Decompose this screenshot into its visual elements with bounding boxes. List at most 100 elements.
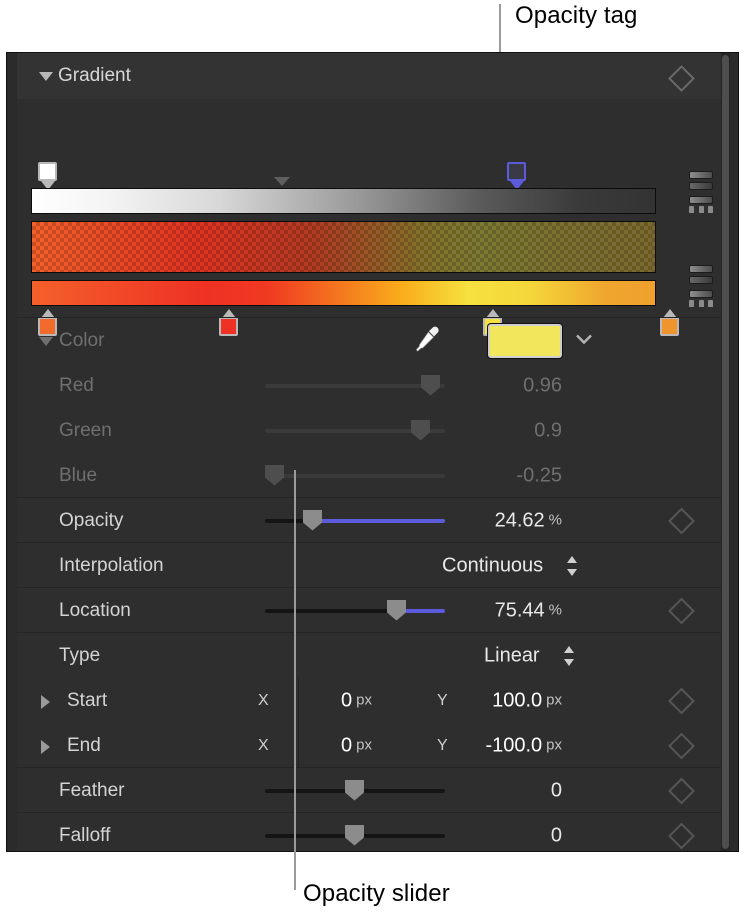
- falloff-row[interactable]: Falloff 0: [17, 813, 730, 851]
- start-x-field[interactable]: 0 px: [297, 689, 372, 712]
- opacity-tag-callout-label: Opacity tag: [515, 2, 638, 29]
- opacity-tags-icon[interactable]: [689, 196, 713, 213]
- location-value-field[interactable]: 75.44%: [417, 599, 562, 622]
- location-value: 75.44: [494, 599, 545, 621]
- opacity-row[interactable]: Opacity 24.62%: [17, 498, 730, 543]
- opacity-slider-handle[interactable]: [303, 509, 322, 531]
- blue-slider-handle[interactable]: [265, 464, 284, 486]
- opacity-value: 24.62: [494, 509, 545, 531]
- location-unit: %: [548, 601, 562, 618]
- location-slider-handle[interactable]: [387, 599, 406, 621]
- start-x-unit: px: [356, 691, 372, 708]
- color-chevron-down-icon[interactable]: [574, 331, 594, 350]
- feather-value[interactable]: 0: [447, 779, 562, 802]
- green-value[interactable]: 0.9: [447, 419, 562, 442]
- green-label: Green: [59, 419, 112, 441]
- location-label: Location: [59, 599, 131, 621]
- color-gradient-bar[interactable]: [31, 280, 656, 306]
- opacity-keyframe-diamond-icon[interactable]: [668, 507, 695, 534]
- start-keyframe-diamond-icon[interactable]: [668, 687, 695, 714]
- opacity-gradient-bar[interactable]: [31, 188, 656, 214]
- start-label: Start: [67, 689, 108, 711]
- green-slider[interactable]: [265, 419, 445, 441]
- end-y-field[interactable]: -100.0 px: [457, 734, 562, 757]
- red-value[interactable]: 0.96: [447, 374, 562, 397]
- opacity-tag-selected[interactable]: [507, 162, 526, 190]
- falloff-keyframe-diamond-icon[interactable]: [668, 822, 695, 849]
- falloff-label: Falloff: [59, 824, 111, 846]
- end-label: End: [67, 734, 101, 756]
- panel-scrollbar[interactable]: [721, 53, 730, 851]
- color-bars-icon[interactable]: [689, 265, 713, 284]
- interpolation-label: Interpolation: [59, 554, 164, 576]
- end-x-axis-label: X: [258, 736, 269, 754]
- location-keyframe-diamond-icon[interactable]: [668, 597, 695, 624]
- location-row[interactable]: Location 75.44%: [17, 588, 730, 633]
- opacity-slider-leader-line: [294, 470, 296, 890]
- color-row[interactable]: Color: [17, 318, 730, 363]
- opacity-bars-icon[interactable]: [689, 171, 713, 190]
- start-y-unit: px: [546, 691, 562, 708]
- color-swatch[interactable]: [488, 323, 562, 358]
- gradient-preview-bar: [31, 221, 656, 273]
- opacity-label: Opacity: [59, 509, 124, 531]
- gradient-editor: [17, 99, 730, 336]
- gradient-disclosure-triangle-icon[interactable]: [39, 72, 53, 81]
- blue-value[interactable]: -0.25: [447, 464, 562, 487]
- gradient-inspector-panel: Gradient Color Red 0.96 Green 0.9 Blue -…: [6, 52, 739, 852]
- color-disclosure-triangle-icon[interactable]: [39, 337, 53, 346]
- end-disclosure-triangle-icon[interactable]: [41, 740, 50, 754]
- green-slider-handle[interactable]: [411, 419, 430, 441]
- red-slider[interactable]: [265, 374, 445, 396]
- color-tags-icon[interactable]: [689, 290, 713, 307]
- feather-label: Feather: [59, 779, 125, 801]
- end-x-value: 0: [341, 734, 353, 756]
- opacity-midpoint-marker[interactable]: [274, 177, 290, 186]
- feather-row[interactable]: Feather 0: [17, 768, 730, 813]
- feather-slider-handle[interactable]: [345, 779, 364, 801]
- start-y-value: 100.0: [492, 689, 543, 711]
- falloff-value[interactable]: 0: [447, 824, 562, 847]
- type-value[interactable]: Linear: [484, 644, 540, 667]
- panel-scrollbar-thumb[interactable]: [722, 55, 729, 849]
- end-y-value: -100.0: [485, 734, 543, 756]
- end-x-unit: px: [356, 736, 372, 753]
- type-label: Type: [59, 644, 101, 666]
- falloff-slider-handle[interactable]: [345, 824, 364, 846]
- red-row[interactable]: Red 0.96: [17, 363, 730, 408]
- end-y-unit: px: [546, 736, 562, 753]
- interpolation-stepper-icon[interactable]: [565, 554, 579, 583]
- falloff-slider[interactable]: [265, 824, 445, 846]
- blue-slider[interactable]: [265, 464, 445, 486]
- start-x-axis-label: X: [258, 691, 269, 709]
- opacity-tag-selected-swatch: [507, 162, 526, 181]
- type-stepper-icon[interactable]: [562, 644, 576, 673]
- color-row-label: Color: [59, 329, 105, 351]
- feather-slider[interactable]: [265, 779, 445, 801]
- start-y-field[interactable]: 100.0 px: [457, 689, 562, 712]
- end-row[interactable]: End X 0 px Y -100.0 px: [17, 723, 730, 768]
- end-x-field[interactable]: 0 px: [297, 734, 372, 757]
- start-disclosure-triangle-icon[interactable]: [41, 695, 50, 709]
- blue-label: Blue: [59, 464, 98, 486]
- green-row[interactable]: Green 0.9: [17, 408, 730, 453]
- opacity-unit: %: [548, 511, 562, 528]
- start-row[interactable]: Start X 0 px Y 100.0 px: [17, 678, 730, 723]
- blue-row[interactable]: Blue -0.25: [17, 453, 730, 498]
- eyedropper-icon[interactable]: [412, 323, 442, 358]
- opacity-value-field[interactable]: 24.62%: [417, 509, 562, 532]
- start-y-axis-label: Y: [437, 691, 448, 709]
- red-slider-handle[interactable]: [421, 374, 440, 396]
- gradient-section-title: Gradient: [58, 65, 131, 86]
- opacity-tag-swatch: [38, 162, 57, 181]
- end-y-axis-label: Y: [437, 736, 448, 754]
- type-row[interactable]: Type Linear: [17, 633, 730, 678]
- interpolation-row[interactable]: Interpolation Continuous: [17, 543, 730, 588]
- opacity-tag-start[interactable]: [38, 162, 57, 190]
- interpolation-value[interactable]: Continuous: [442, 554, 543, 577]
- feather-keyframe-diamond-icon[interactable]: [668, 777, 695, 804]
- opacity-slider-callout-label: Opacity slider: [303, 880, 450, 907]
- transparency-checkerboard: [32, 222, 655, 272]
- end-keyframe-diamond-icon[interactable]: [668, 732, 695, 759]
- gradient-section-header[interactable]: Gradient: [17, 53, 730, 99]
